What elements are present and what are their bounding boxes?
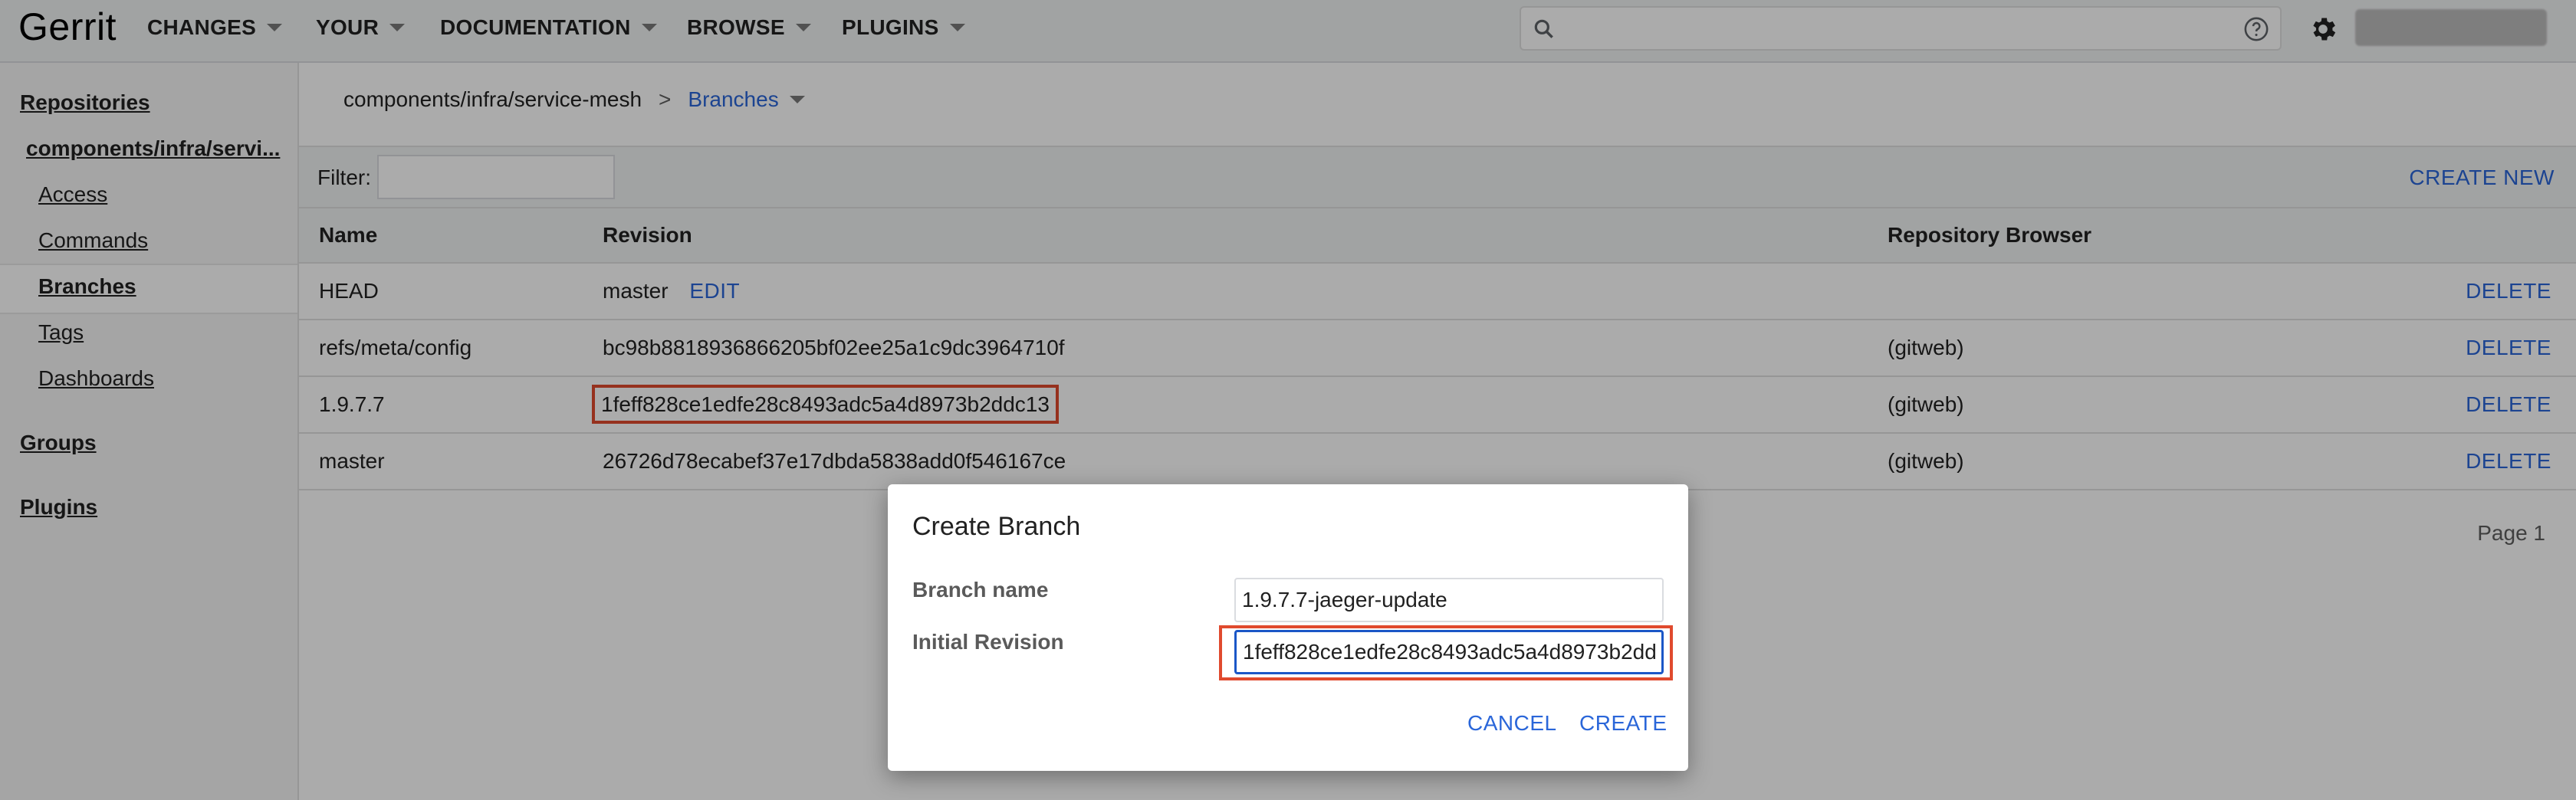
branch-name-label: Branch name	[912, 578, 1049, 602]
dialog-title: Create Branch	[912, 512, 1081, 541]
initial-revision-highlight	[1219, 625, 1673, 680]
initial-revision-label: Initial Revision	[912, 630, 1064, 654]
cancel-button[interactable]: CANCEL	[1467, 711, 1557, 736]
branch-name-field[interactable]	[1234, 578, 1664, 622]
create-button[interactable]: CREATE	[1579, 711, 1668, 736]
